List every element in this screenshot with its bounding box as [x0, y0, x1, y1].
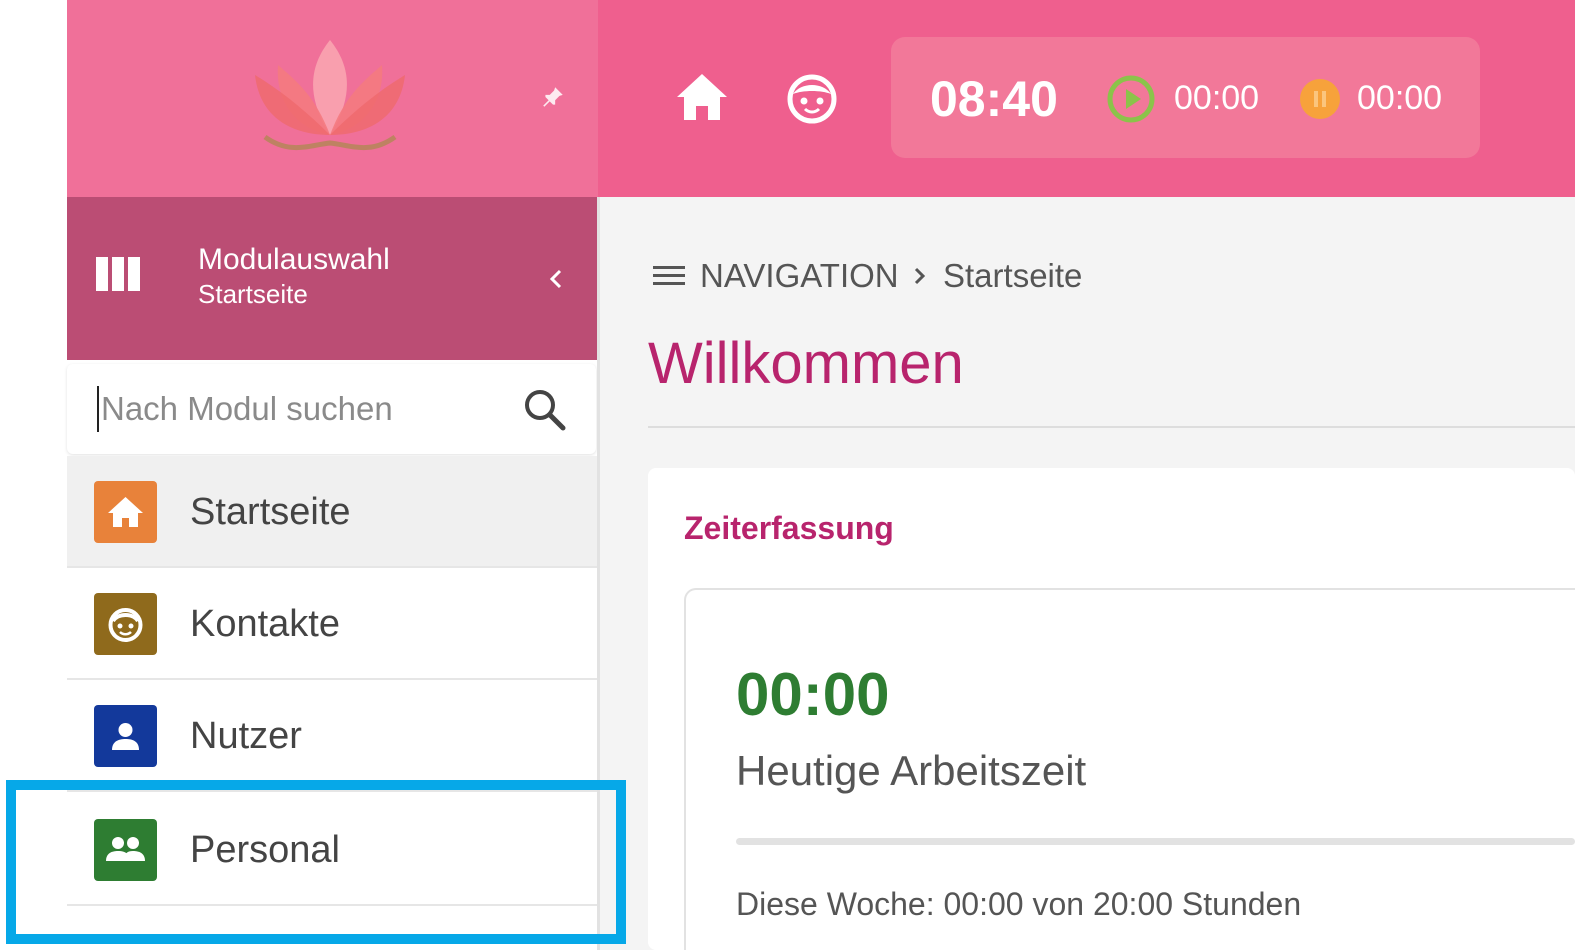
module-switcher[interactable]: [67, 197, 598, 360]
home-icon[interactable]: [676, 72, 728, 122]
contacts-face-icon: [94, 593, 157, 655]
page-title: Willkommen: [648, 331, 964, 396]
card-title: Zeiterfassung: [684, 510, 894, 546]
pin-icon[interactable]: [540, 84, 566, 110]
current-time: 08:40: [930, 71, 1058, 127]
sidebar-item-label: Kontakte: [190, 603, 340, 645]
menu-icon[interactable]: [651, 262, 687, 290]
sidebar-item-label: Startseite: [190, 491, 351, 533]
sidebar-item-label: Nutzer: [190, 715, 302, 757]
title-divider: [648, 426, 1575, 428]
play-circle-icon[interactable]: [1106, 74, 1156, 124]
work-time-counter: 00:00: [1174, 79, 1260, 117]
today-work-label: Heutige Arbeitszeit: [736, 747, 1087, 794]
pause-circle-icon[interactable]: [1299, 78, 1341, 120]
sidebar-item-startseite[interactable]: Startseite: [67, 456, 598, 568]
user-icon: [94, 705, 157, 767]
module-search-input[interactable]: [97, 386, 517, 432]
lotus-logo: [255, 40, 405, 151]
week-summary: Diese Woche: 00:00 von 20:00 Stunden: [736, 886, 1302, 922]
module-grid-icon: [96, 257, 140, 291]
search-icon[interactable]: [521, 386, 567, 432]
sidebar-item-nutzer[interactable]: Nutzer: [67, 680, 598, 792]
week-progress-bar: [736, 838, 1575, 845]
today-work-time: 00:00: [736, 661, 890, 728]
app-window: Modulauswahl Startseite Startseite: [0, 0, 1575, 950]
pause-time-counter: 00:00: [1357, 79, 1443, 117]
contacts-face-icon[interactable]: [785, 72, 839, 126]
module-search-box: [67, 364, 596, 454]
sidebar-item-kontakte[interactable]: Kontakte: [67, 568, 598, 680]
breadcrumb-root[interactable]: NAVIGATION: [700, 256, 899, 296]
breadcrumb-current: Startseite: [943, 257, 1083, 294]
chevron-right-icon: [914, 267, 926, 285]
module-switcher-title: Modulauswahl: [198, 243, 390, 276]
highlight-frame: [6, 780, 626, 944]
home-icon: [94, 481, 157, 543]
chevron-left-icon[interactable]: [544, 262, 568, 296]
module-switcher-subtitle: Startseite: [198, 279, 308, 309]
